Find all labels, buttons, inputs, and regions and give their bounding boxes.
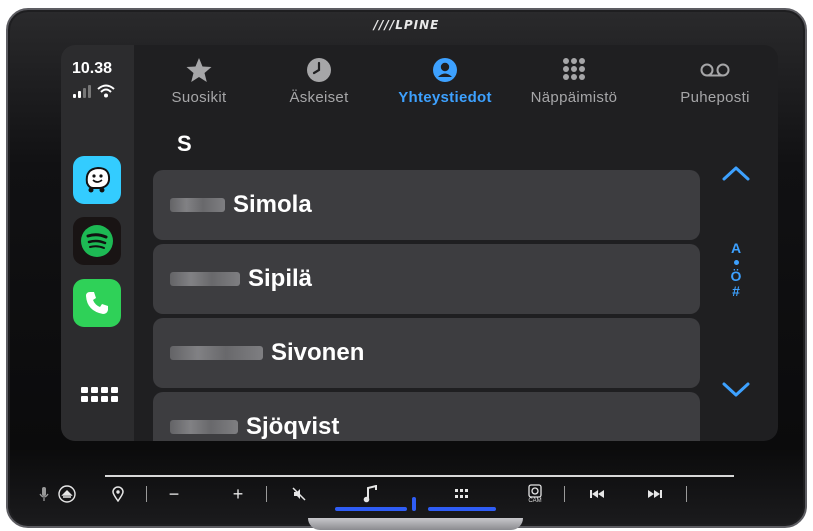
camera-button[interactable]: CAM	[523, 482, 547, 506]
tab-recents[interactable]: Äskeiset	[254, 55, 384, 106]
hardkey-separator	[146, 486, 147, 502]
tab-label: Näppäimistö	[530, 89, 618, 106]
tab-contacts[interactable]: Yhteystiedot	[380, 55, 510, 106]
tab-label: Suosikit	[171, 89, 227, 106]
contact-row[interactable]: Sipilä	[153, 244, 700, 314]
status-indicators	[73, 84, 115, 98]
contact-name: Sjöqvist	[246, 413, 340, 440]
audio-source-button[interactable]	[360, 482, 382, 506]
phone-app-button[interactable]	[73, 279, 121, 327]
cellular-signal-icon	[73, 85, 91, 98]
tab-label: Äskeiset	[289, 89, 349, 106]
hardkey-separator	[266, 486, 267, 502]
menu-button[interactable]	[451, 482, 473, 506]
redacted-first-name	[170, 198, 225, 212]
spotify-icon	[81, 225, 113, 257]
person-circle-icon	[433, 58, 457, 82]
bottom-chrome-trim	[308, 518, 523, 530]
alpine-head-unit: ////LPINE 10.38 Suosikit Äskeiset Yhteys…	[6, 8, 807, 530]
scroll-down-button[interactable]	[721, 381, 751, 399]
scroll-up-button[interactable]	[721, 164, 751, 182]
hardkey-separator	[686, 486, 687, 502]
contact-name: Sivonen	[271, 339, 365, 366]
wifi-icon	[97, 84, 115, 98]
redacted-first-name	[170, 272, 240, 286]
hardkey-separator	[564, 486, 565, 502]
next-track-button[interactable]	[644, 482, 666, 506]
menu-indicator	[428, 507, 496, 511]
contact-name: Simola	[233, 191, 312, 218]
contact-row[interactable]: Sivonen	[153, 318, 700, 388]
tab-voicemail[interactable]: Puheposti	[650, 55, 778, 106]
waze-icon	[85, 166, 111, 193]
eject-icon	[58, 485, 76, 503]
tab-keypad[interactable]: Näppäimistö	[509, 55, 639, 106]
mic-button[interactable]	[34, 482, 54, 506]
camera-label: CAM	[528, 498, 542, 504]
phone-icon	[86, 292, 108, 314]
keypad-icon	[563, 58, 585, 80]
mic-icon	[39, 487, 49, 501]
center-indicator	[412, 497, 416, 511]
app-grid-button[interactable]	[81, 387, 118, 402]
carplay-screen: 10.38 Suosikit Äskeiset Yhteystiedot Näp…	[61, 45, 778, 441]
phone-tab-bar: Suosikit Äskeiset Yhteystiedot Näppäimis…	[134, 45, 778, 123]
spotify-app-button[interactable]	[73, 217, 121, 265]
next-track-icon	[648, 490, 662, 498]
navigation-button[interactable]	[108, 482, 128, 506]
volume-up-button[interactable]: +	[227, 482, 249, 506]
tab-label: Puheposti	[680, 89, 750, 106]
contact-name: Sipilä	[248, 265, 313, 292]
mute-icon	[292, 487, 306, 501]
waze-app-button[interactable]	[73, 156, 121, 204]
index-dot	[733, 260, 739, 265]
status-time: 10.38	[72, 60, 113, 77]
tab-label: Yhteystiedot	[398, 89, 492, 106]
contact-row[interactable]: Simola	[153, 170, 700, 240]
clock-icon	[307, 58, 331, 82]
alphabet-index[interactable]: A Ö #	[726, 241, 746, 299]
music-note-icon	[363, 485, 377, 503]
carplay-sidebar: 10.38	[61, 45, 134, 441]
index-letter-middle[interactable]: Ö	[726, 269, 746, 284]
contact-row[interactable]: Sjöqvist	[153, 392, 700, 441]
power-button[interactable]	[56, 482, 78, 506]
tab-favorites[interactable]: Suosikit	[134, 55, 264, 106]
map-pin-icon	[112, 486, 124, 502]
redacted-first-name	[170, 420, 238, 434]
audio-indicator	[335, 507, 407, 511]
previous-track-button[interactable]	[586, 482, 608, 506]
section-header: S	[177, 131, 192, 156]
previous-track-icon	[590, 490, 604, 498]
redacted-first-name	[170, 346, 263, 360]
brand-logo: ////LPINE	[373, 18, 440, 32]
volume-down-button[interactable]: −	[163, 482, 185, 506]
touch-bar-divider	[105, 475, 734, 477]
index-letter-top[interactable]: A	[726, 241, 746, 256]
voicemail-icon	[700, 63, 730, 77]
index-letter-bottom[interactable]: #	[726, 284, 746, 299]
grid-menu-icon	[455, 489, 468, 498]
mute-button[interactable]	[288, 482, 310, 506]
star-icon	[186, 58, 212, 82]
camera-icon	[528, 484, 542, 498]
